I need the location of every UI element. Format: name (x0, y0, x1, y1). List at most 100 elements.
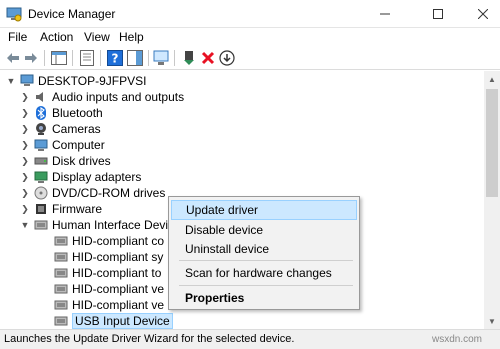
chevron-right-icon[interactable]: ❯ (20, 92, 30, 103)
bluetooth-icon (34, 106, 48, 120)
tree-item-label: Disk drives (52, 154, 111, 168)
toolbar-separator (44, 50, 45, 66)
window-title: Device Manager (28, 7, 116, 21)
toolbar-separator (72, 50, 73, 66)
tree-root[interactable]: ▼ DESKTOP-9JFPVSI (6, 73, 147, 89)
toolbar: ? (0, 46, 500, 70)
chevron-right-icon[interactable]: ❯ (20, 156, 30, 167)
tree-item-hid[interactable]: ▼ Human Interface Devi (20, 217, 169, 233)
help-icon[interactable]: ? (106, 49, 124, 67)
scrollbar-thumb[interactable] (486, 89, 498, 197)
computer-icon (20, 74, 34, 88)
update-driver-icon[interactable] (180, 49, 198, 67)
tree-item-label: DVD/CD-ROM drives (52, 186, 166, 200)
tree-child-hid-2[interactable]: HID-compliant sy (54, 249, 163, 265)
toolbar-separator (148, 50, 149, 66)
uninstall-icon[interactable] (199, 49, 217, 67)
action-pane-icon[interactable] (126, 49, 144, 67)
tree-child-hid-4[interactable]: HID-compliant ve (54, 281, 164, 297)
uninstall-device-menu-item[interactable]: Uninstall device (171, 239, 357, 259)
tree-child-label: USB Input Device (72, 313, 173, 329)
tree-item-firmware[interactable]: ❯ Firmware (20, 201, 102, 217)
toolbar-separator (174, 50, 175, 66)
dvd-drive-icon (34, 186, 48, 200)
chevron-right-icon[interactable]: ❯ (20, 108, 30, 119)
scan-hardware-menu-item[interactable]: Scan for hardware changes (171, 263, 357, 283)
disable-device-menu-item[interactable]: Disable device (171, 220, 357, 240)
tree-item-dvd[interactable]: ❯ DVD/CD-ROM drives (20, 185, 165, 201)
tree-child-hid-5[interactable]: HID-compliant ve (54, 297, 164, 313)
enable-device-icon[interactable] (218, 49, 236, 67)
menu-view[interactable]: View (84, 30, 110, 44)
tree-item-display-adapters[interactable]: ❯ Display adapters (20, 169, 141, 185)
menu-file[interactable]: File (8, 30, 27, 44)
hid-device-icon (54, 250, 68, 264)
tree-child-label: HID-compliant to (72, 266, 162, 280)
properties-menu-item[interactable]: Properties (171, 288, 357, 308)
device-manager-icon (6, 6, 22, 22)
disk-drive-icon (34, 154, 48, 168)
tree-item-label: Computer (52, 138, 105, 152)
status-bar: Launches the Update Driver Wizard for th… (0, 329, 500, 349)
title-bar: Device Manager (0, 0, 500, 28)
chevron-right-icon[interactable]: ❯ (20, 188, 30, 199)
chevron-right-icon[interactable]: ❯ (20, 172, 30, 183)
tree-item-disk-drives[interactable]: ❯ Disk drives (20, 153, 111, 169)
display-adapter-icon (34, 170, 48, 184)
svg-text:?: ? (112, 52, 119, 66)
speaker-icon (34, 90, 48, 104)
tree-child-label: HID-compliant ve (72, 282, 165, 296)
tree-root-label: DESKTOP-9JFPVSI (38, 74, 147, 88)
menu-action[interactable]: Action (40, 30, 73, 44)
show-hide-console-tree-icon[interactable] (50, 49, 68, 67)
tree-item-computer[interactable]: ❯ Computer (20, 137, 105, 153)
properties-icon[interactable] (78, 49, 96, 67)
tree-child-label: HID-compliant co (72, 234, 165, 248)
tree-child-label: HID-compliant sy (72, 250, 164, 264)
hid-device-icon (54, 266, 68, 280)
status-text: Launches the Update Driver Wizard for th… (4, 333, 295, 345)
maximize-button[interactable] (415, 0, 461, 28)
tree-item-label: Bluetooth (52, 106, 103, 120)
tree-item-label: Audio inputs and outputs (52, 90, 185, 104)
forward-button[interactable] (22, 49, 40, 67)
tree-child-hid-1[interactable]: HID-compliant co (54, 233, 164, 249)
hid-device-icon (54, 298, 68, 312)
firmware-icon (34, 202, 48, 216)
back-button[interactable] (4, 49, 22, 67)
chevron-right-icon[interactable]: ❯ (20, 204, 30, 215)
update-driver-menu-item[interactable]: Update driver (171, 200, 357, 220)
context-menu: Update driver Disable device Uninstall d… (168, 196, 360, 310)
tree-item-label: Human Interface Devi (52, 218, 169, 232)
scroll-up-arrow-icon[interactable]: ▲ (484, 71, 500, 87)
vertical-scrollbar[interactable]: ▲ ▼ (484, 71, 500, 329)
hid-device-icon (54, 314, 68, 328)
chevron-right-icon[interactable]: ❯ (20, 124, 30, 135)
menu-separator (179, 285, 353, 286)
camera-icon (34, 122, 48, 136)
tree-child-hid-3[interactable]: HID-compliant to (54, 265, 161, 281)
chevron-down-icon[interactable]: ▼ (20, 220, 30, 230)
close-button[interactable] (460, 0, 500, 28)
tree-item-bluetooth[interactable]: ❯ Bluetooth (20, 105, 103, 121)
chevron-right-icon[interactable]: ❯ (20, 140, 30, 151)
menu-bar: File Action View Help (0, 28, 500, 46)
menu-help[interactable]: Help (119, 30, 144, 44)
watermark: wsxdn.com (432, 334, 483, 345)
monitor-icon (34, 138, 48, 152)
tree-item-audio[interactable]: ❯ Audio inputs and outputs (20, 89, 184, 105)
hid-device-icon (54, 234, 68, 248)
chevron-down-icon[interactable]: ▼ (6, 76, 16, 86)
tree-item-cameras[interactable]: ❯ Cameras (20, 121, 101, 137)
hid-icon (34, 218, 48, 232)
scroll-down-arrow-icon[interactable]: ▼ (484, 313, 500, 329)
minimize-button[interactable] (362, 0, 408, 28)
tree-item-label: Cameras (52, 122, 101, 136)
tree-item-label: Display adapters (52, 170, 142, 184)
tree-child-usb-input-device[interactable]: USB Input Device (54, 313, 173, 329)
scan-hardware-icon[interactable] (152, 49, 170, 67)
tree-item-label: Firmware (52, 202, 102, 216)
tree-child-label: HID-compliant ve (72, 298, 165, 312)
menu-separator (179, 260, 353, 261)
hid-device-icon (54, 282, 68, 296)
